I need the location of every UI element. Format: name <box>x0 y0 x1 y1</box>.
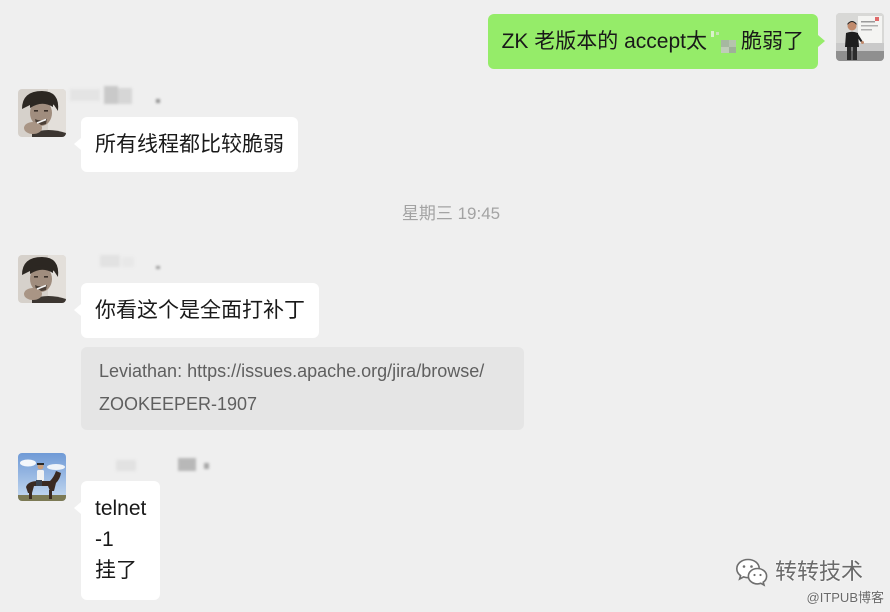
horse-rider-photo-icon <box>18 453 66 501</box>
self-avatar[interactable] <box>836 13 884 61</box>
blurred-sender-name <box>70 456 215 476</box>
incoming-message-bubble[interactable]: telnet -1 挂了 <box>73 481 161 600</box>
wechat-icon <box>735 557 769 587</box>
redaction-mosaic <box>709 30 739 54</box>
message-text-line: telnet <box>95 497 147 520</box>
message-text-before-redaction: ZK 老版本的 accept太 <box>501 30 707 53</box>
watermark-brand: 转转技术 <box>775 559 864 584</box>
smoking-man-avatar[interactable] <box>18 255 66 303</box>
blurred-sender-name <box>70 86 165 106</box>
message-text-line: -1 <box>95 528 114 551</box>
incoming-message-bubble[interactable]: 所有线程都比较脆弱 <box>74 117 298 172</box>
message-text: 你看这个是全面打补丁 <box>95 299 305 322</box>
link-message-card[interactable]: Leviathan: https://issues.apache.org/jir… <box>81 347 524 430</box>
watermark-source: @ITPUB博客 <box>806 590 884 605</box>
outgoing-message-bubble[interactable]: ZK 老版本的 accept太 脆弱了 <box>487 14 826 69</box>
incoming-message-bubble[interactable]: 你看这个是全面打补丁 <box>74 283 319 338</box>
message-text-after-redaction: 脆弱了 <box>741 30 804 53</box>
person-photo-icon <box>18 89 66 137</box>
person-photo-icon <box>836 13 884 61</box>
chat-timestamp: 星期三 19:45 <box>401 204 501 223</box>
blurred-sender-name <box>70 252 165 272</box>
smoking-man-avatar[interactable] <box>18 89 66 137</box>
horse-rider-avatar[interactable] <box>18 453 66 501</box>
link-text-line: Leviathan: https://issues.apache.org/jir… <box>99 361 485 381</box>
link-text-line: ZOOKEEPER-1907 <box>99 394 258 414</box>
message-text-line: 挂了 <box>95 559 137 582</box>
message-text: 所有线程都比较脆弱 <box>95 133 284 156</box>
person-photo-icon <box>18 255 66 303</box>
